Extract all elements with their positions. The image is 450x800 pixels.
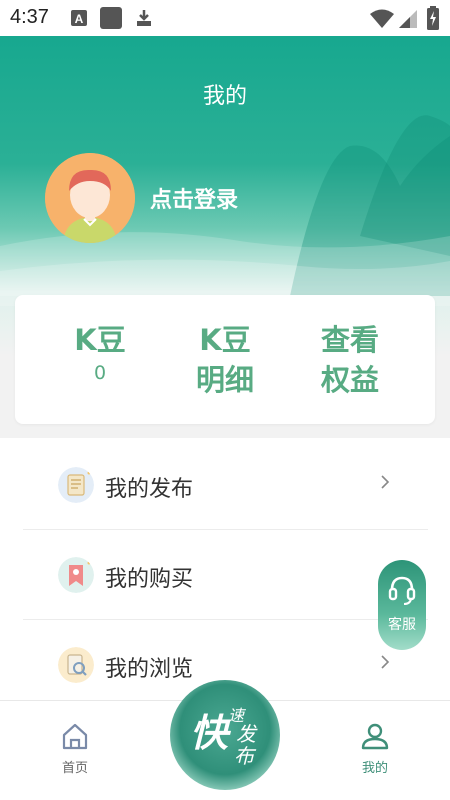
avatar[interactable] — [45, 153, 135, 243]
kbean-detail-line2: 明细 — [195, 363, 254, 397]
document-icon — [58, 467, 94, 503]
headset-icon — [388, 576, 416, 605]
menu-item-label: 我的发布 — [105, 477, 194, 502]
publish-main-char: 快 — [190, 711, 229, 755]
tab-home[interactable]: 首页 — [35, 721, 115, 776]
menu-item-label: 我的购买 — [105, 567, 194, 592]
customer-service-label: 客服 — [388, 617, 416, 633]
download-icon — [137, 10, 151, 26]
menu-item-my-posts[interactable]: 我的发布 — [23, 440, 428, 530]
bookmark-icon — [58, 557, 94, 593]
chevron-right-icon — [381, 475, 390, 489]
chevron-right-icon — [381, 655, 390, 669]
view-benefits-line2: 权益 — [320, 363, 379, 397]
tab-mine[interactable]: 我的 — [335, 721, 415, 776]
menu-item-my-purchases[interactable]: 我的购买 — [23, 530, 428, 620]
signal-icon — [399, 10, 417, 28]
keyboard-a-icon: A — [71, 10, 87, 26]
quick-publish-button[interactable]: 快 速 发 布 — [170, 680, 280, 790]
status-bar: 4:37 A — [0, 0, 450, 36]
page-title: 我的 — [202, 84, 247, 109]
user-avatar-icon — [45, 153, 135, 243]
user-icon — [361, 723, 389, 750]
wifi-icon — [370, 9, 394, 28]
view-benefits-line1: 查看 — [320, 323, 379, 357]
notification-square-icon — [100, 7, 122, 29]
kbean-value: 0 — [93, 362, 107, 384]
home-icon — [62, 723, 88, 750]
browse-icon — [58, 647, 94, 683]
kbean-label: K豆 — [74, 323, 126, 357]
kbean-detail-button[interactable]: K豆 明细 — [165, 320, 285, 400]
svg-text:A: A — [75, 12, 84, 26]
tab-mine-label: 我的 — [361, 761, 388, 776]
kbean-balance[interactable]: K豆 0 — [40, 320, 160, 386]
customer-service-button[interactable]: 客服 — [378, 560, 426, 650]
stats-card: K豆 0 K豆 明细 查看 权益 — [15, 295, 435, 424]
publish-char-3: 布 — [234, 744, 254, 768]
battery-icon — [427, 6, 439, 30]
login-link[interactable]: 点击登录 — [150, 182, 238, 214]
tab-home-label: 首页 — [61, 761, 88, 776]
kbean-detail-line1: K豆 — [199, 323, 251, 357]
menu-item-label: 我的浏览 — [105, 657, 194, 682]
status-time: 4:37 — [10, 6, 49, 28]
view-benefits-button[interactable]: 查看 权益 — [290, 320, 410, 400]
